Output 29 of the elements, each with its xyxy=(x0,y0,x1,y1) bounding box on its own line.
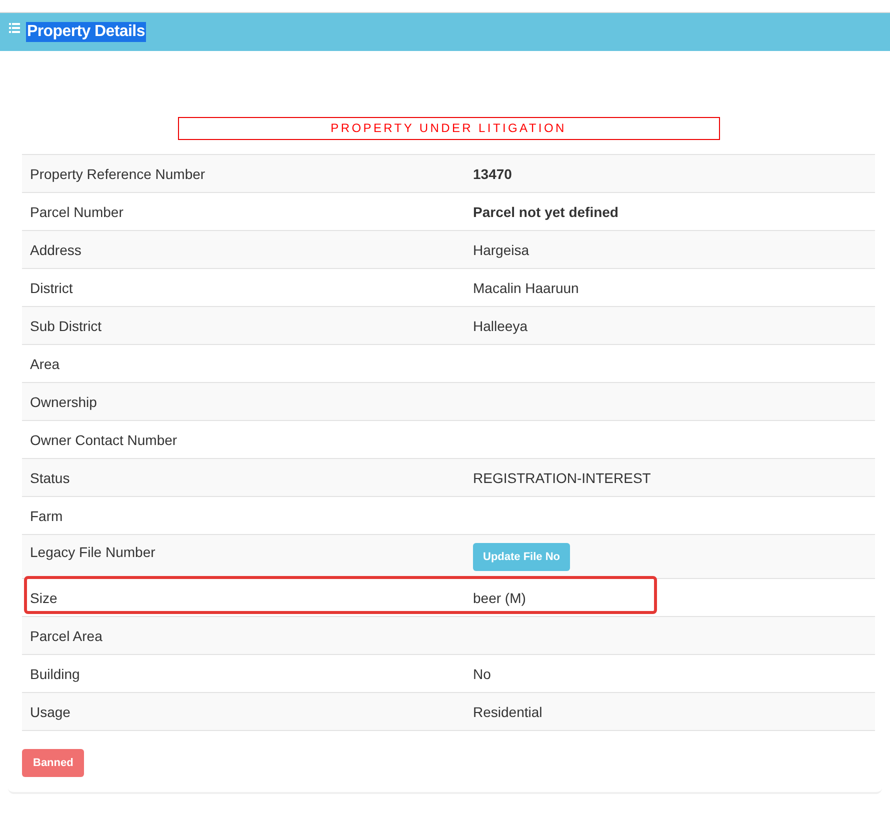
row-label: District xyxy=(29,280,74,296)
row-label: Owner Contact Number xyxy=(29,432,178,448)
banned-button[interactable]: Banned xyxy=(22,749,84,777)
row-value: Macalin Haaruun xyxy=(473,280,579,296)
update-file-button[interactable]: Update File No xyxy=(473,543,570,571)
litigation-banner: PROPERTY UNDER LITIGATION xyxy=(178,117,720,140)
row-label: Parcel Number xyxy=(29,204,124,220)
row-value: 13470 xyxy=(473,166,512,182)
row-value: No xyxy=(473,666,491,682)
row-label: Sub District xyxy=(29,318,103,334)
row-label: Building xyxy=(29,666,81,682)
row-label: Property Reference Number xyxy=(29,166,206,182)
row-label: Ownership xyxy=(29,394,98,410)
panel-title: Property Details xyxy=(26,22,146,42)
row-label: Parcel Area xyxy=(29,628,104,644)
row-value: beer (M) xyxy=(473,590,526,606)
row-label: Usage xyxy=(29,704,72,720)
row-value: Residential xyxy=(473,704,542,720)
row-label: Farm xyxy=(29,508,64,524)
row-label: Status xyxy=(29,470,71,486)
row-label: Size xyxy=(29,590,58,606)
row-value: Halleeya xyxy=(473,318,528,334)
row-value: Parcel not yet defined xyxy=(473,204,618,220)
row-label: Address xyxy=(29,242,82,258)
row-label: Area xyxy=(29,356,61,372)
row-value: REGISTRATION-INTEREST xyxy=(473,470,651,486)
list-icon xyxy=(9,23,20,33)
row-label: Legacy File Number xyxy=(29,543,156,560)
row-value: Hargeisa xyxy=(473,242,530,258)
